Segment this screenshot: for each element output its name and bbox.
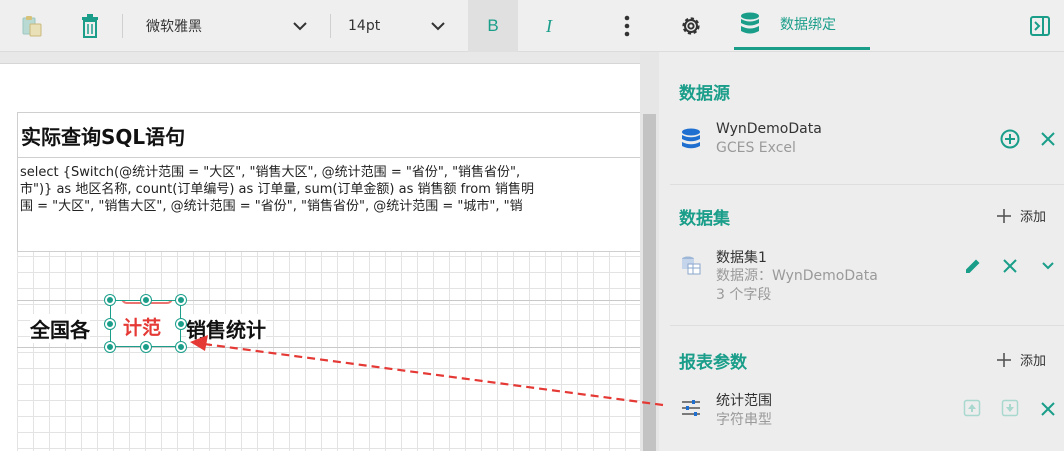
- arrow-line: [203, 342, 664, 407]
- arrow-head: [190, 335, 208, 351]
- annotation-arrow: [190, 335, 664, 407]
